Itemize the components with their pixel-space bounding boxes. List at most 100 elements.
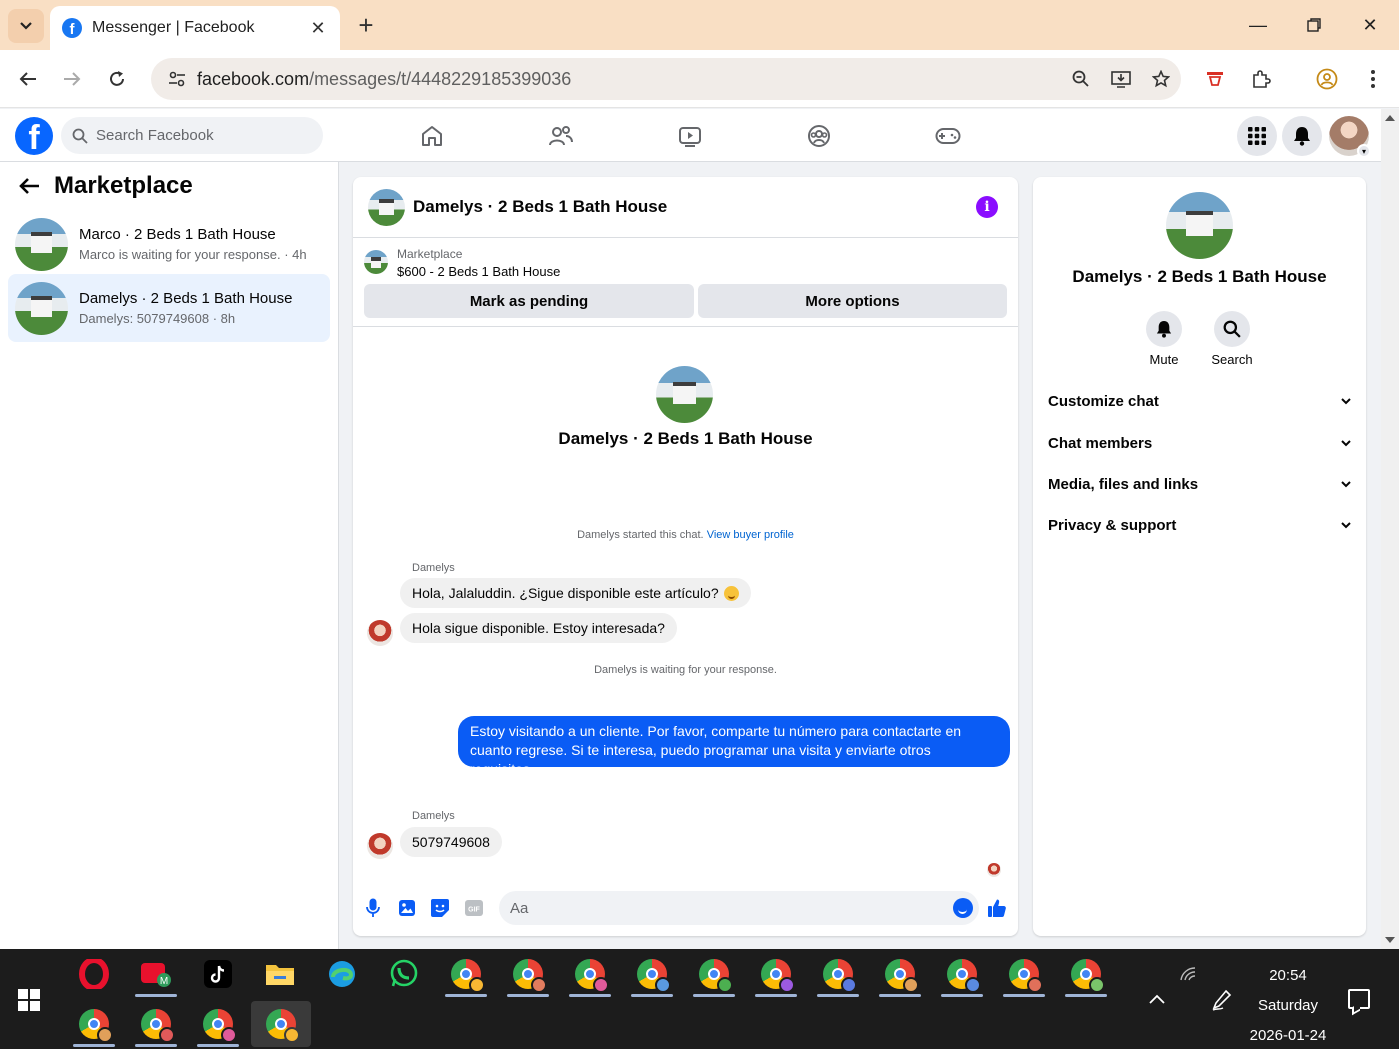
- outgoing-message-bubble[interactable]: Estoy visitando a un cliente. Por favor,…: [458, 716, 1010, 777]
- chrome-profile-1[interactable]: [441, 951, 491, 997]
- thread-name: Marco · 2 Beds 1 Bath House: [79, 226, 276, 243]
- sticker-icon[interactable]: [429, 897, 451, 919]
- chrome-profile-12[interactable]: [69, 1001, 119, 1047]
- more-options-button[interactable]: More options: [698, 284, 1007, 318]
- media-files-links-row[interactable]: Media, files and links: [1048, 472, 1351, 496]
- chrome-profile-2[interactable]: [503, 951, 553, 997]
- video-icon[interactable]: [673, 119, 707, 153]
- listing-thumbnail[interactable]: [364, 250, 388, 274]
- reload-button[interactable]: [100, 62, 134, 96]
- microphone-icon[interactable]: [362, 897, 384, 919]
- notification-center-icon[interactable]: [1348, 989, 1370, 1009]
- facebook-logo-icon[interactable]: f: [15, 117, 53, 155]
- pen-icon[interactable]: [1212, 989, 1232, 1011]
- close-tab-icon[interactable]: ✕: [308, 18, 328, 39]
- gif-icon[interactable]: GIF: [463, 897, 485, 919]
- site-info-icon[interactable]: [157, 71, 197, 87]
- restore-button[interactable]: [1294, 8, 1334, 42]
- intro-name: Damelys · 2 Beds 1 Bath House: [558, 429, 813, 448]
- sender-avatar[interactable]: [367, 833, 393, 859]
- tab-search-button[interactable]: [8, 9, 44, 43]
- friends-icon[interactable]: [544, 119, 578, 153]
- chat-members-row[interactable]: Chat members: [1048, 431, 1351, 455]
- details-avatar[interactable]: [1166, 192, 1233, 259]
- edge-glyph: [329, 961, 355, 987]
- chrome-profile-9[interactable]: [937, 951, 987, 997]
- file-explorer-icon[interactable]: [255, 951, 305, 997]
- minimize-button[interactable]: —: [1238, 8, 1278, 42]
- incoming-message-bubble[interactable]: 5079749608: [400, 827, 502, 857]
- chrome-profile-11[interactable]: [1061, 951, 1111, 997]
- chrome-profile-14[interactable]: [193, 1001, 243, 1047]
- chevron-up-icon[interactable]: [1148, 993, 1166, 1005]
- conversation-info-icon[interactable]: i: [976, 196, 998, 218]
- chrome-profile-4[interactable]: [627, 951, 677, 997]
- search-facebook-input[interactable]: [96, 127, 296, 144]
- windows-start-icon[interactable]: [18, 989, 40, 1011]
- thread-item-damelys[interactable]: Damelys · 2 Beds 1 Bath House Damelys: 5…: [8, 274, 330, 342]
- listing-price-title[interactable]: $600 - 2 Beds 1 Bath House: [397, 264, 560, 279]
- forward-button[interactable]: [55, 62, 89, 96]
- install-icon: [1111, 71, 1131, 88]
- groups-icon[interactable]: [802, 119, 836, 153]
- back-button[interactable]: [11, 62, 45, 96]
- back-arrow-icon[interactable]: [18, 177, 40, 195]
- scroll-down-icon[interactable]: [1385, 937, 1395, 943]
- wifi-icon[interactable]: [1180, 967, 1196, 981]
- chrome-profile-5[interactable]: [689, 951, 739, 997]
- facebook-search-box[interactable]: [61, 117, 323, 154]
- chrome-profile-3[interactable]: [565, 951, 615, 997]
- incoming-message-bubble[interactable]: Hola, Jalaluddin. ¿Sigue disponible este…: [400, 578, 751, 608]
- mark-as-pending-button[interactable]: Mark as pending: [364, 284, 694, 318]
- view-buyer-profile-link[interactable]: View buyer profile: [707, 529, 794, 541]
- search-icon[interactable]: [1214, 311, 1250, 347]
- bookmark-star-icon[interactable]: [1141, 59, 1181, 99]
- customize-chat-row[interactable]: Customize chat: [1048, 389, 1351, 413]
- thread-item-marco[interactable]: Marco · 2 Beds 1 Bath House Marco is wai…: [8, 210, 330, 278]
- close-window-button[interactable]: ✕: [1350, 8, 1390, 42]
- search-in-chat-action[interactable]: Search: [1202, 311, 1262, 367]
- thumbs-up-icon[interactable]: [986, 897, 1008, 919]
- zoom-icon[interactable]: [1061, 59, 1101, 99]
- notifications-button[interactable]: [1282, 116, 1322, 156]
- chrome-profile-13[interactable]: [131, 1001, 181, 1047]
- profile-avatar[interactable]: ▾: [1329, 116, 1371, 158]
- mute-bell-icon[interactable]: [1146, 311, 1182, 347]
- tiktok-icon[interactable]: [193, 951, 243, 997]
- conversation-title[interactable]: Damelys · 2 Beds 1 Bath House: [413, 197, 976, 217]
- profile-account-icon[interactable]: [1310, 62, 1344, 96]
- photo-icon[interactable]: [396, 897, 418, 919]
- chrome-profile-6[interactable]: [751, 951, 801, 997]
- privacy-support-row[interactable]: Privacy & support: [1048, 513, 1351, 537]
- emoji-icon[interactable]: [953, 898, 973, 918]
- whatsapp-icon[interactable]: [379, 951, 429, 997]
- chrome-profile-8[interactable]: [875, 951, 925, 997]
- menu-grid-button[interactable]: [1237, 116, 1277, 156]
- messenger-app-icon[interactable]: M: [131, 951, 181, 997]
- chrome-profile-7[interactable]: [813, 951, 863, 997]
- chrome-profile-10[interactable]: [999, 951, 1049, 997]
- scroll-up-icon[interactable]: [1385, 115, 1395, 121]
- system-clock[interactable]: 20:54 Saturday 2026-01-24: [1240, 961, 1336, 1049]
- home-icon[interactable]: [415, 119, 449, 153]
- extension-shield-icon[interactable]: [1198, 62, 1232, 96]
- install-app-icon[interactable]: [1101, 59, 1141, 99]
- browser-menu-button[interactable]: [1356, 62, 1390, 96]
- mute-action[interactable]: Mute: [1134, 311, 1194, 367]
- message-sender-name: Damelys: [412, 810, 455, 822]
- message-input-box[interactable]: [499, 891, 979, 925]
- gaming-icon[interactable]: [931, 119, 965, 153]
- message-input[interactable]: [510, 899, 953, 917]
- incoming-message-bubble[interactable]: Hola sigue disponible. Estoy interesada?: [400, 613, 677, 643]
- edge-icon[interactable]: [317, 951, 367, 997]
- page-scrollbar[interactable]: [1381, 109, 1399, 949]
- browser-tab[interactable]: f Messenger | Facebook ✕: [50, 6, 340, 50]
- opera-icon[interactable]: [69, 951, 119, 997]
- chrome-profile-15-active[interactable]: [251, 1001, 311, 1047]
- new-tab-button[interactable]: +: [352, 10, 380, 40]
- address-bar[interactable]: facebook.com/messages/t/4448229185399036: [151, 58, 1181, 100]
- seen-receipt-avatar: [987, 863, 1001, 877]
- conversation-avatar[interactable]: [368, 188, 405, 226]
- extensions-puzzle-icon[interactable]: [1244, 62, 1278, 96]
- sender-avatar[interactable]: [367, 620, 393, 646]
